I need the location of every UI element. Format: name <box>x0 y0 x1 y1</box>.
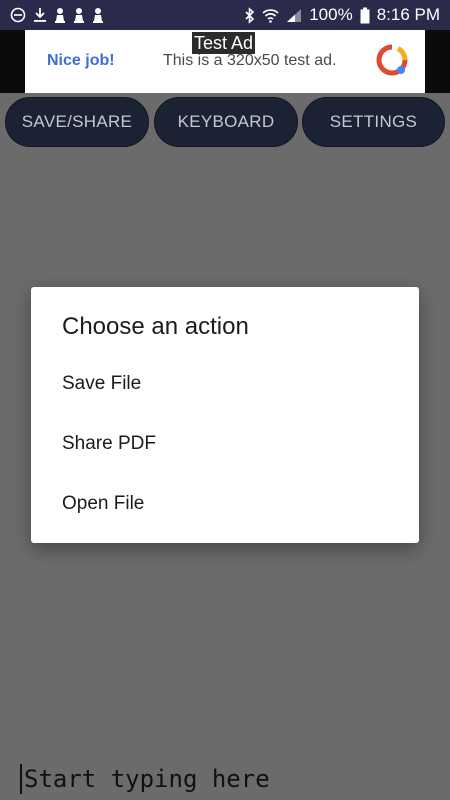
open-file-option[interactable]: Open File <box>62 493 144 515</box>
keyboard-button[interactable]: KEYBOARD <box>154 97 298 147</box>
download-icon <box>33 7 47 23</box>
battery-icon <box>360 7 370 24</box>
action-dialog: Choose an action Save File Share PDF Ope… <box>31 287 419 543</box>
ad-banner-container: Nice job! This is a 320x50 test ad. Test… <box>0 30 450 93</box>
wifi-icon <box>262 8 279 23</box>
clock: 8:16 PM <box>376 5 440 24</box>
status-bar-notifications <box>10 7 104 24</box>
status-bar: 100% 8:16 PM <box>0 0 450 30</box>
ad-body-text: This is a 320x50 test ad. <box>163 52 337 69</box>
do-not-disturb-icon <box>10 7 26 23</box>
save-file-option[interactable]: Save File <box>62 373 141 395</box>
bluetooth-icon <box>244 6 255 24</box>
status-bar-system: 100% 8:16 PM <box>244 5 440 25</box>
chess-pawn-icon <box>73 7 85 24</box>
signal-icon <box>286 8 302 23</box>
settings-button[interactable]: SETTINGS <box>302 97 445 147</box>
share-pdf-option[interactable]: Share PDF <box>62 433 156 455</box>
test-ad-label: Test Ad <box>192 32 256 54</box>
battery-percentage: 100% <box>309 5 353 24</box>
editor-placeholder: Start typing here <box>20 764 270 794</box>
ad-headline[interactable]: Nice job! <box>47 52 115 70</box>
chess-pawn-icon <box>92 7 104 24</box>
adchoices-logo-icon[interactable] <box>375 43 409 82</box>
chess-pawn-icon <box>54 7 66 24</box>
dialog-title: Choose an action <box>62 313 249 340</box>
save-share-button[interactable]: SAVE/SHARE <box>5 97 149 147</box>
toolbar: SAVE/SHARE KEYBOARD SETTINGS <box>0 93 450 153</box>
